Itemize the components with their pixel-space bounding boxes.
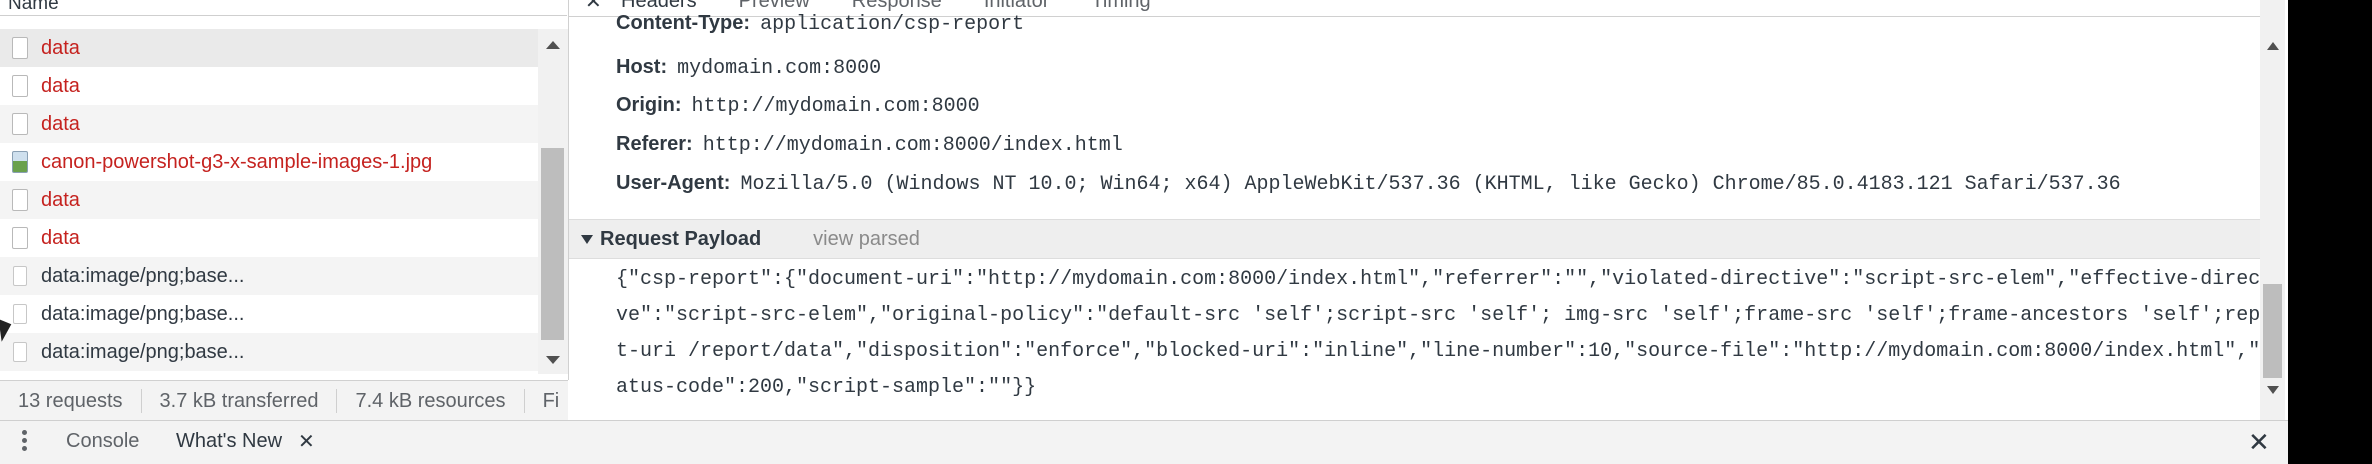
request-name: data: [41, 74, 80, 97]
tab-preview[interactable]: Preview: [739, 0, 810, 13]
document-icon: [12, 75, 28, 97]
document-icon: [12, 37, 28, 59]
header-name: Origin:: [616, 94, 682, 116]
request-row[interactable]: data:image/png;base...: [0, 295, 538, 333]
scroll-up-arrow-icon[interactable]: [2267, 42, 2279, 50]
header-origin: Origin: http://mydomain.com:8000: [616, 94, 980, 118]
request-name: data: [41, 112, 80, 135]
tab-timing[interactable]: Timing: [1091, 0, 1150, 13]
request-row[interactable]: data:image/png;base...: [0, 257, 538, 295]
request-row[interactable]: canon-powershot-g3-x-sample-images-1.jpg: [0, 143, 538, 181]
screen-edge: [2288, 0, 2372, 464]
request-row[interactable]: data: [0, 105, 538, 143]
tab-response[interactable]: Response: [852, 0, 942, 13]
expand-triangle-icon[interactable]: [581, 234, 593, 244]
header-referer: Referer: http://mydomain.com:8000/index.h…: [616, 133, 1123, 157]
payload-line: {"csp-report":{"document-uri":"http://my…: [616, 268, 2260, 291]
finish-time: Fi: [542, 389, 560, 412]
tab-whats-new[interactable]: What's New: [176, 430, 282, 453]
image-file-icon: [13, 266, 27, 286]
payload-line: atus-code":200,"script-sample":""}}: [616, 376, 1037, 399]
header-value: mydomain.com:8000: [677, 57, 882, 80]
image-icon: [12, 151, 28, 173]
tab-console[interactable]: Console: [66, 430, 139, 453]
scrollbar-thumb[interactable]: [541, 148, 564, 340]
detail-scrollbar[interactable]: [2260, 0, 2285, 420]
header-host: Host: mydomain.com:8000: [616, 56, 881, 80]
request-name: canon-powershot-g3-x-sample-images-1.jpg: [41, 150, 433, 173]
request-list: data data data canon-powershot-g3-x-samp…: [0, 29, 538, 371]
request-payload-title: Request Payload: [600, 227, 762, 250]
drawer-tab-bar: Console What's New ✕ ✕: [0, 420, 2288, 464]
close-icon[interactable]: ✕: [298, 429, 315, 454]
request-detail-panel: ✕ Headers Preview Response Initiator Tim…: [569, 0, 2260, 420]
document-icon: [12, 189, 28, 211]
image-file-icon: [13, 342, 27, 362]
transferred-size: 3.7 kB transferred: [142, 388, 338, 413]
request-name: data:image/png;base...: [41, 264, 245, 287]
request-name: data:image/png;base...: [41, 302, 245, 325]
tab-headers[interactable]: Headers: [621, 0, 697, 13]
more-vertical-icon[interactable]: [22, 430, 28, 454]
header-value: http://mydomain.com:8000: [691, 95, 980, 118]
close-drawer-icon[interactable]: ✕: [2248, 427, 2270, 458]
header-value: Mozilla/5.0 (Windows NT 10.0; Win64; x64…: [740, 173, 2121, 196]
header-name: Content-Type:: [616, 12, 751, 34]
header-name: Host:: [616, 56, 668, 78]
request-row[interactable]: data: [0, 29, 538, 67]
scrollbar-thumb[interactable]: [2263, 284, 2282, 378]
scroll-down-arrow-icon[interactable]: [546, 356, 560, 364]
request-row[interactable]: data: [0, 181, 538, 219]
network-status-bar: 13 requests 3.7 kB transferred 7.4 kB re…: [0, 380, 568, 420]
request-name: data:image/png;base...: [41, 340, 245, 363]
header-value: http://mydomain.com:8000/index.html: [702, 134, 1123, 157]
document-icon: [12, 113, 28, 135]
document-icon: [12, 227, 28, 249]
name-column-header[interactable]: Name: [0, 0, 567, 16]
network-request-list-panel: Name data data data canon-powershot-g3-x…: [0, 0, 569, 380]
view-parsed-link[interactable]: view parsed: [813, 228, 920, 251]
close-icon[interactable]: ✕: [585, 0, 605, 14]
request-name: data: [41, 36, 80, 59]
header-name: User-Agent:: [616, 172, 731, 194]
request-row[interactable]: data: [0, 67, 538, 105]
scroll-up-arrow-icon[interactable]: [546, 41, 560, 49]
scroll-down-arrow-icon[interactable]: [2267, 386, 2279, 394]
header-name: Referer:: [616, 133, 693, 155]
image-file-icon: [13, 304, 27, 324]
request-row[interactable]: data: [0, 219, 538, 257]
request-list-scrollbar[interactable]: [538, 29, 568, 374]
header-user-agent: User-Agent: Mozilla/5.0 (Windows NT 10.0;…: [616, 172, 2121, 196]
tab-initiator[interactable]: Initiator: [984, 0, 1050, 13]
request-name: data: [41, 226, 80, 249]
request-name: data: [41, 188, 80, 211]
header-content-type: Content-Type: application/csp-report: [616, 12, 1024, 36]
request-row[interactable]: data:image/png;base...: [0, 333, 538, 371]
request-payload-section-header[interactable]: Request Payload view parsed: [569, 219, 2260, 259]
resources-size: 7.4 kB resources: [337, 388, 525, 413]
request-count: 13 requests: [0, 388, 142, 413]
header-value: application/csp-report: [760, 13, 1025, 36]
payload-line: t-uri /report/data","disposition":"enfor…: [616, 340, 2260, 363]
payload-line: ve":"script-src-elem","original-policy":…: [616, 304, 2260, 327]
